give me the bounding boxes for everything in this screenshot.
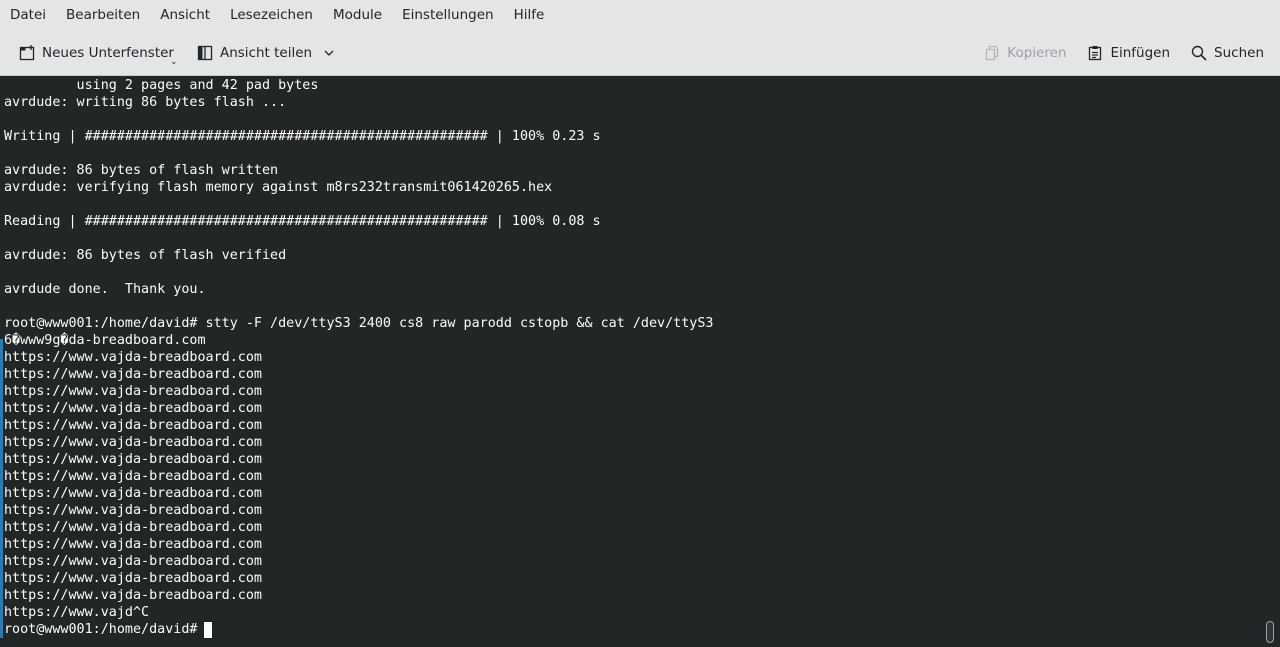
terminal-line: https://www.vajda-breadboard.com	[4, 571, 262, 586]
terminal-view[interactable]: using 2 pages and 42 pad bytes avrdude: w…	[0, 76, 1280, 647]
split-view-button[interactable]: Ansicht teilen	[190, 36, 340, 70]
menu-file[interactable]: Datei	[0, 0, 56, 30]
menu-edit[interactable]: Bearbeiten	[56, 0, 150, 30]
paste-icon	[1086, 44, 1104, 62]
copy-button[interactable]: Kopieren	[977, 36, 1072, 70]
terminal-line: https://www.vajda-breadboard.com	[4, 401, 262, 416]
terminal-line: https://www.vajda-breadboard.com	[4, 435, 262, 450]
paste-label: Einfügen	[1110, 44, 1171, 61]
terminal-line: https://www.vajda-breadboard.com	[4, 452, 262, 467]
menu-bar: Datei Bearbeiten Ansicht Lesezeichen Mod…	[0, 0, 1280, 30]
terminal-line: avrdude done. Thank you.	[4, 282, 206, 297]
new-tab-button[interactable]: Neues Unterfenster ⌄	[12, 36, 180, 70]
terminal-line: avrdude: 86 bytes of flash written	[4, 163, 279, 178]
terminal-line: https://www.vajda-breadboard.com	[4, 418, 262, 433]
scrollbar-handle[interactable]	[1266, 621, 1274, 643]
search-icon	[1190, 44, 1208, 62]
terminal-line: using 2 pages and 42 pad bytes	[4, 78, 319, 93]
terminal-line: https://www.vajda-breadboard.com	[4, 520, 262, 535]
copy-label: Kopieren	[1007, 44, 1067, 61]
terminal-line: https://www.vajda-breadboard.com	[4, 384, 262, 399]
output-marker	[0, 339, 3, 638]
split-view-label: Ansicht teilen	[219, 44, 313, 61]
chevron-down-icon[interactable]: ⌄	[170, 57, 178, 67]
terminal-line: https://www.vajda-breadboard.com	[4, 503, 262, 518]
chevron-down-icon[interactable]	[324, 49, 334, 57]
terminal-line: avrdude: verifying flash memory against …	[4, 180, 553, 195]
terminal-line: Writing | ##############################…	[4, 129, 601, 144]
paste-button[interactable]: Einfügen	[1080, 36, 1176, 70]
menu-bookmarks[interactable]: Lesezeichen	[220, 0, 323, 30]
split-view-icon	[196, 44, 214, 62]
search-label: Suchen	[1214, 44, 1264, 61]
copy-icon	[983, 44, 1001, 62]
toolbar: Neues Unterfenster ⌄ Ansicht teilen Kopi…	[0, 30, 1280, 76]
terminal-line: avrdude: 86 bytes of flash verified	[4, 248, 287, 263]
terminal-line: https://www.vajda-breadboard.com	[4, 486, 262, 501]
terminal-line: https://www.vajda-breadboard.com	[4, 554, 262, 569]
terminal-line: https://www.vajd^C	[4, 605, 150, 620]
menu-view[interactable]: Ansicht	[150, 0, 220, 30]
terminal-line: https://www.vajda-breadboard.com	[4, 469, 262, 484]
terminal-cursor	[204, 622, 212, 638]
menu-plugins[interactable]: Module	[323, 0, 392, 30]
menu-help[interactable]: Hilfe	[504, 0, 555, 30]
terminal-line: https://www.vajda-breadboard.com	[4, 350, 262, 365]
terminal-line: https://www.vajda-breadboard.com	[4, 537, 262, 552]
terminal-line: Reading | ##############################…	[4, 214, 601, 229]
terminal-line: root@www001:/home/david# stty -F /dev/tt…	[4, 316, 714, 331]
menu-settings[interactable]: Einstellungen	[392, 0, 504, 30]
terminal-line: 6�www9g�da-breadboard.com	[4, 333, 206, 348]
terminal-line: avrdude: writing 86 bytes flash ...	[4, 95, 287, 110]
new-tab-label: Neues Unterfenster	[42, 44, 174, 61]
terminal-line: https://www.vajda-breadboard.com	[4, 588, 262, 603]
search-button[interactable]: Suchen	[1184, 36, 1270, 70]
terminal-line: https://www.vajda-breadboard.com	[4, 367, 262, 382]
new-tab-icon	[18, 44, 36, 62]
terminal-line: root@www001:/home/david#	[4, 622, 206, 637]
